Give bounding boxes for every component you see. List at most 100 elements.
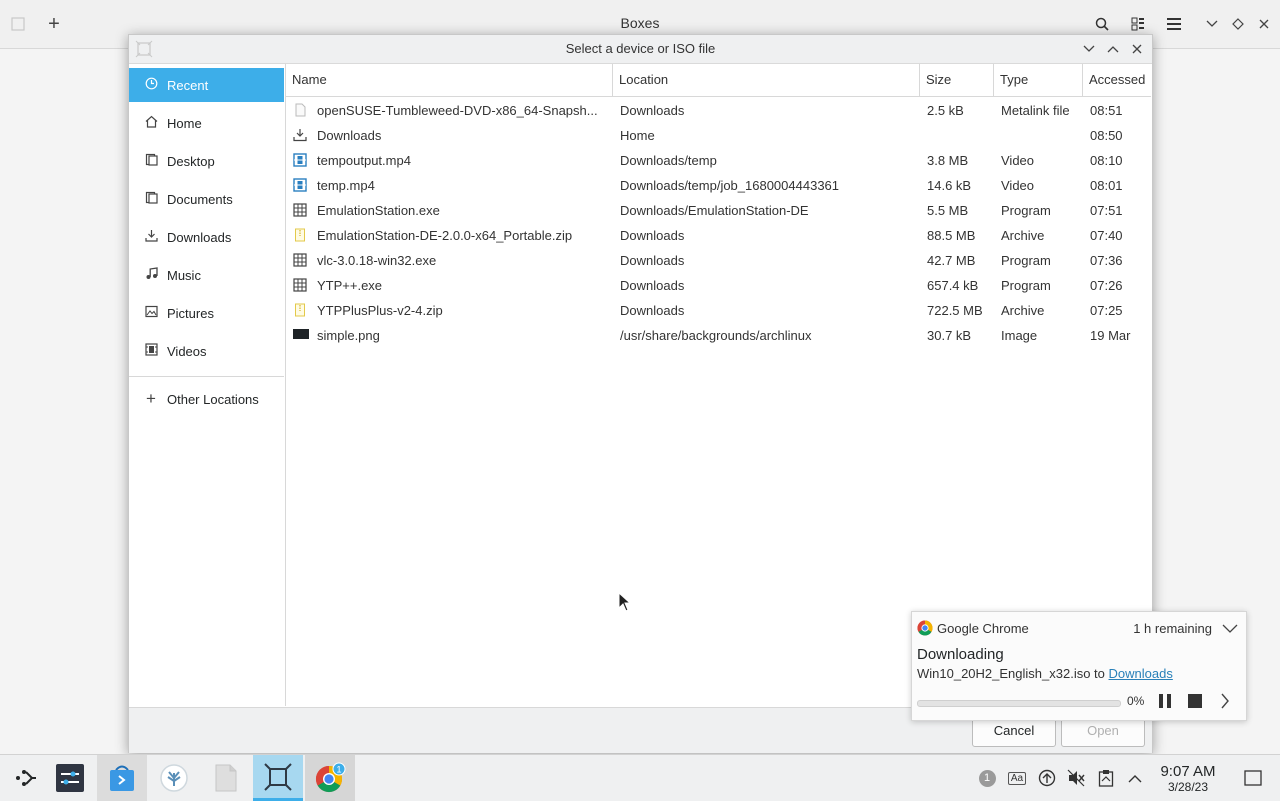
maximize-icon[interactable]: [1226, 12, 1250, 36]
file-accessed: 19 Mar: [1090, 328, 1131, 343]
sidebar-item-label: Desktop: [167, 153, 215, 169]
clipboard-icon[interactable]: [1095, 767, 1117, 789]
file-accessed: 07:26: [1090, 278, 1123, 293]
file-accessed: 07:36: [1090, 253, 1123, 268]
expand-chevron-icon[interactable]: [1218, 616, 1242, 640]
window-title: Boxes: [620, 15, 660, 31]
stop-button[interactable]: [1183, 689, 1207, 713]
progress-percent: 0%: [1127, 694, 1145, 708]
downloads-link[interactable]: Downloads: [1109, 666, 1173, 681]
sidebar-item-label: Recent: [167, 77, 209, 93]
column-header-name[interactable]: Name: [286, 64, 613, 96]
file-location: Downloads: [620, 278, 685, 293]
column-header-location[interactable]: Location: [613, 64, 920, 96]
updates-icon[interactable]: [1036, 767, 1058, 789]
hamburger-menu-icon[interactable]: [1162, 12, 1186, 36]
file-accessed: 08:10: [1090, 153, 1123, 168]
notification-title: Downloading: [917, 646, 1004, 663]
file-manager-icon[interactable]: [201, 755, 251, 801]
table-row[interactable]: YTPPlusPlus-v2-4.zip Downloads 722.5 MB Arc…: [286, 298, 1151, 323]
file-size: 657.4 kB: [927, 278, 979, 293]
table-row[interactable]: Downloads Home 08:50: [286, 123, 1151, 148]
file-location: Home: [620, 128, 655, 143]
discover-store-icon[interactable]: [97, 755, 147, 801]
sidebar-item-label: Other Locations: [167, 391, 259, 407]
sidebar-item-label: Music: [167, 267, 201, 283]
file-size: 88.5 MB: [927, 228, 976, 243]
file-type: Program: [1001, 278, 1051, 293]
file-location: Downloads: [620, 103, 685, 118]
input-method-icon[interactable]: Aa: [1006, 767, 1028, 789]
kde-connect-icon[interactable]: [149, 755, 199, 801]
pause-button[interactable]: [1153, 689, 1177, 713]
minimize-icon[interactable]: [1200, 12, 1224, 36]
file-type: Video: [1001, 178, 1035, 193]
file-location: /usr/share/backgrounds/archlinux: [620, 328, 812, 343]
view-icon[interactable]: [1126, 12, 1150, 36]
archive-icon: [293, 303, 307, 317]
sidebar-item-downloads[interactable]: Downloads: [129, 220, 284, 254]
sidebar-item-home[interactable]: Home: [129, 106, 284, 140]
file-type: [1001, 123, 1083, 148]
tray-badge: 1: [978, 769, 996, 787]
notification-app-name: Google Chrome: [937, 621, 1029, 636]
details-arrow-icon[interactable]: [1213, 689, 1237, 713]
volume-muted-icon[interactable]: [1065, 767, 1087, 789]
column-header-accessed[interactable]: Accessed: [1083, 64, 1151, 96]
desktop-icon: [143, 153, 159, 169]
app-launcher-icon[interactable]: [0, 755, 50, 801]
file-size: 42.7 MB: [927, 253, 976, 268]
column-header-type[interactable]: Type: [994, 64, 1083, 96]
sidebar-item-documents[interactable]: Documents: [129, 182, 284, 216]
file-type: Metalink file: [1001, 103, 1070, 118]
table-row[interactable]: tempoutput.mp4 Downloads/temp 3.8 MB Video 0…: [286, 148, 1151, 173]
table-row[interactable]: vlc-3.0.18-win32.exe Downloads 42.7 MB Prog…: [286, 248, 1151, 273]
table-row[interactable]: EmulationStation.exe Downloads/EmulationS…: [286, 198, 1151, 223]
stop-icon: [1188, 694, 1202, 708]
file-location: Downloads: [620, 228, 685, 243]
file-type: Image: [1001, 328, 1038, 343]
sidebar-item-label: Downloads: [167, 229, 232, 245]
show-desktop-icon[interactable]: [1242, 767, 1264, 789]
notification-body: Win10_20H2_English_x32.iso to Downloads: [917, 666, 1173, 681]
file-name: Downloads: [317, 128, 382, 143]
file-accessed: 07:40: [1090, 228, 1123, 243]
dialog-titlebar: Select a device or ISO file: [129, 35, 1152, 64]
notifications-count-icon[interactable]: 1: [976, 767, 998, 789]
chrome-taskbar-icon[interactable]: 1: [305, 755, 355, 801]
system-settings-icon[interactable]: [45, 755, 95, 801]
file-type: Video: [1001, 153, 1035, 168]
table-row[interactable]: temp.mp4 Downloads/temp/job_1680004443361…: [286, 173, 1151, 198]
dialog-close-icon[interactable]: [1125, 37, 1149, 61]
sidebar-item-recent[interactable]: Recent: [129, 68, 284, 102]
sidebar-item-music[interactable]: Music: [129, 258, 284, 292]
table-row[interactable]: openSUSE-Tumbleweed-DVD-x86_64-Snapsh...…: [286, 98, 1151, 123]
search-icon[interactable]: [1090, 12, 1114, 36]
dialog-minimize-icon[interactable]: [1077, 37, 1101, 61]
file-size: 5.5 MB: [927, 203, 969, 218]
table-row[interactable]: simple.png/usr/share/backgrounds/archlin…: [286, 323, 1151, 348]
column-header-row: Name Location Size Type Accessed: [286, 64, 1151, 97]
sidebar-item-pictures[interactable]: Pictures: [129, 296, 284, 330]
file-name: vlc-3.0.18-win32.exe: [317, 253, 437, 268]
sidebar-item-other-locations[interactable]: + Other Locations: [129, 382, 284, 416]
table-row[interactable]: YTP++.exe Downloads 657.4 kB Program 07:26: [286, 273, 1151, 298]
tray-expand-icon[interactable]: [1124, 767, 1146, 789]
sidebar-item-desktop[interactable]: Desktop: [129, 144, 284, 178]
sidebar-item-label: Documents: [167, 191, 233, 207]
clock[interactable]: 9:07 AM 3/28/23: [1152, 764, 1224, 795]
file-size: 2.5 kB: [927, 103, 964, 118]
file-accessed: 08:50: [1090, 128, 1123, 143]
dialog-maximize-icon[interactable]: [1101, 37, 1125, 61]
column-header-size[interactable]: Size: [920, 64, 994, 96]
program-icon: [293, 278, 307, 292]
file-name: YTP++.exe: [317, 278, 383, 293]
program-icon: [293, 203, 307, 217]
table-row[interactable]: EmulationStation-DE-2.0.0-x64_Portable.z…: [286, 223, 1151, 248]
file-location: Downloads: [620, 253, 685, 268]
close-icon[interactable]: [1252, 12, 1276, 36]
sidebar-item-label: Pictures: [167, 305, 214, 321]
boxes-icon[interactable]: [253, 755, 303, 801]
file-accessed: 07:51: [1090, 203, 1123, 218]
sidebar-item-videos[interactable]: Videos: [129, 334, 284, 368]
